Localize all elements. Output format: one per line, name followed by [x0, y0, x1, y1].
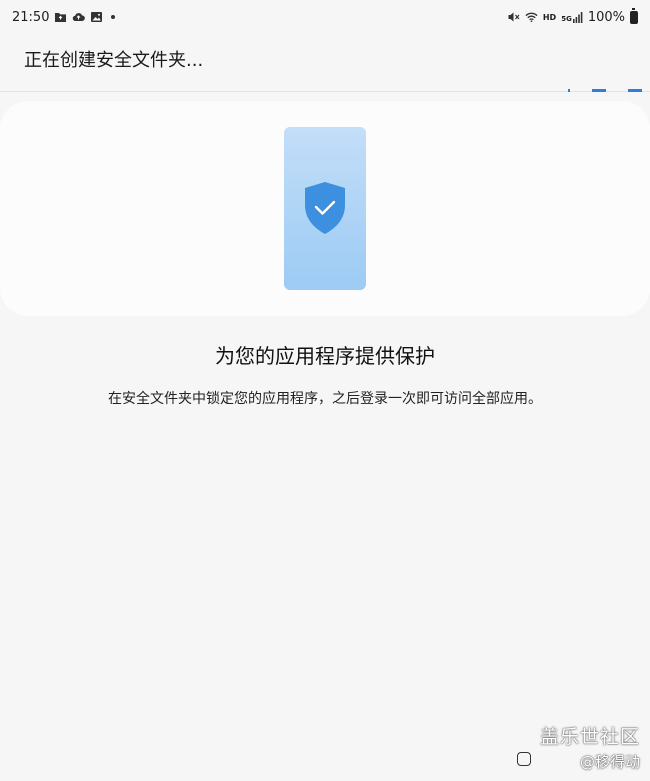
- feature-heading: 为您的应用程序提供保护: [215, 344, 435, 368]
- top-bar: 正在创建安全文件夹...: [0, 34, 650, 92]
- progress-indicator: [568, 89, 642, 92]
- navigation-bar: [0, 742, 650, 781]
- illustration-card: [0, 101, 650, 316]
- folder-icon: [55, 13, 67, 22]
- progress-mark: [628, 89, 642, 92]
- wifi-icon: [525, 12, 538, 23]
- feature-description: 在安全文件夹中锁定您的应用程序，之后登录一次即可访问全部应用。: [108, 391, 542, 407]
- status-time: 21:50: [12, 9, 50, 25]
- network-type-label: 5G: [561, 15, 572, 23]
- battery-percentage: 100%: [587, 9, 625, 25]
- progress-mark: [592, 89, 606, 92]
- status-left: 21:50: [12, 9, 116, 25]
- battery-icon: [630, 7, 638, 24]
- 5g-signal-icon: 5G: [561, 11, 583, 23]
- phone-illustration: [284, 127, 366, 290]
- cloud-upload-icon: [73, 13, 86, 22]
- status-bar: 21:50 HD 5G 100%: [0, 0, 650, 34]
- signal-bars-icon: [572, 12, 583, 23]
- image-icon: [91, 12, 103, 22]
- notification-dot: [111, 15, 116, 19]
- status-right: HD 5G 100%: [507, 7, 638, 25]
- mute-icon: [508, 12, 520, 22]
- recents-button[interactable]: [517, 752, 531, 766]
- progress-mark: [568, 89, 570, 92]
- shield-check-icon: [305, 182, 345, 234]
- hd-badge-icon: HD: [542, 12, 557, 22]
- page-title: 正在创建安全文件夹...: [24, 50, 204, 71]
